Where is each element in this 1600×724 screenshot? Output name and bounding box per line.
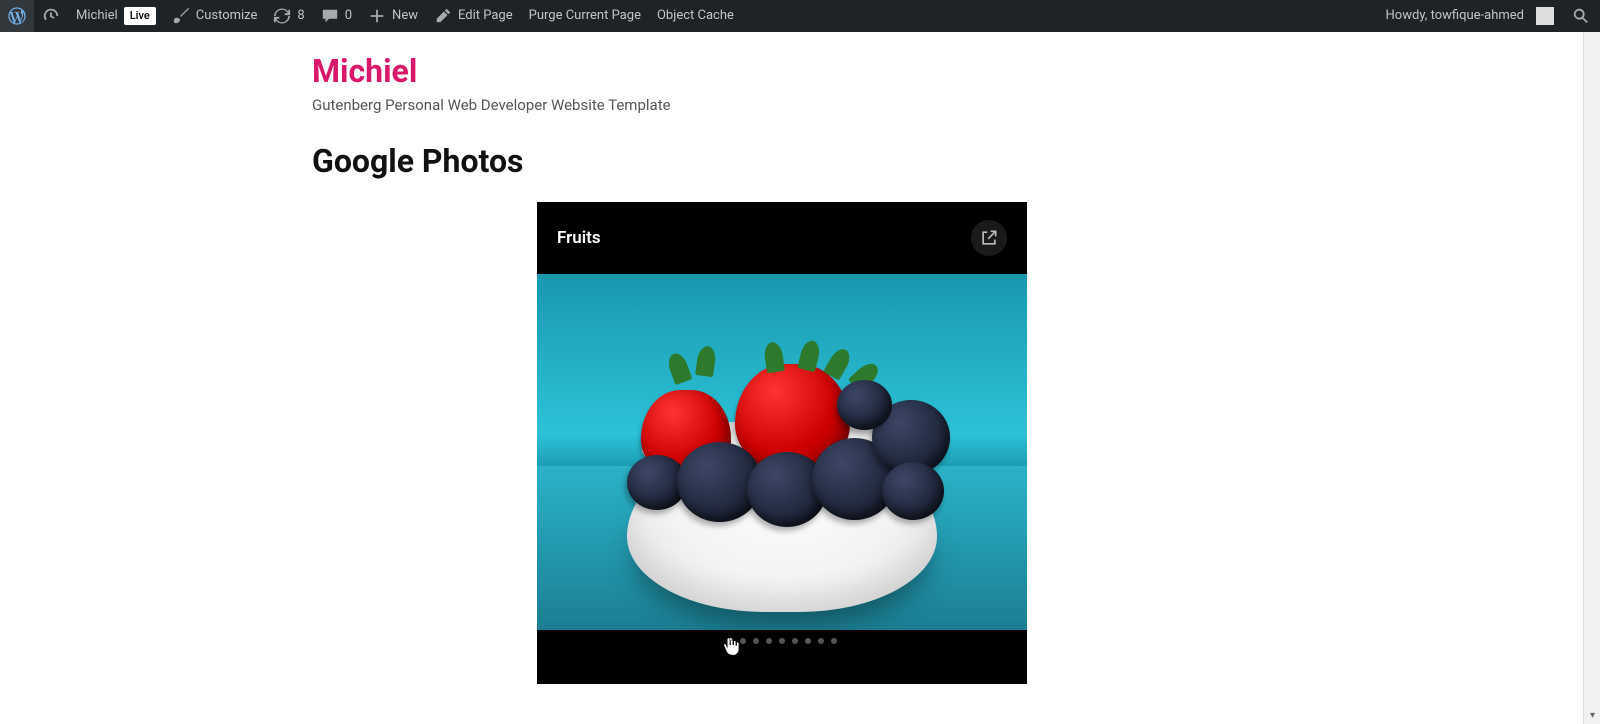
open-in-new-icon — [979, 228, 999, 248]
site-name-label: Michiel — [76, 0, 118, 32]
site-title[interactable]: Michiel — [312, 52, 1252, 90]
gphotos-pagination-dots — [537, 630, 1027, 684]
gphotos-header: Fruits — [537, 202, 1027, 274]
plus-icon — [368, 7, 386, 25]
comments-count: 0 — [345, 0, 352, 32]
pagination-dot[interactable] — [831, 638, 837, 644]
comment-icon — [321, 7, 339, 25]
hand-cursor-icon — [722, 636, 740, 658]
page-title: Google Photos — [312, 142, 1252, 180]
edit-page-label: Edit Page — [458, 0, 513, 32]
gphotos-image[interactable] — [537, 274, 1027, 630]
object-cache-link[interactable]: Object Cache — [649, 0, 742, 32]
customize-link[interactable]: Customize — [164, 0, 266, 32]
scroll-down-arrow[interactable]: ▾ — [1584, 707, 1600, 724]
new-label: New — [392, 0, 418, 32]
search-icon — [1572, 7, 1590, 25]
howdy-user[interactable]: Howdy, towfique-ahmed — [1378, 0, 1562, 32]
pagination-dot[interactable] — [766, 638, 772, 644]
howdy-label: Howdy, towfique-ahmed — [1386, 0, 1524, 32]
search-toggle[interactable] — [1562, 0, 1600, 32]
dashboard-icon-item[interactable] — [34, 0, 68, 32]
pagination-dot[interactable] — [753, 638, 759, 644]
wp-admin-bar: Michiel Live Customize 8 0 New — [0, 0, 1600, 32]
purge-current-label: Purge Current Page — [529, 0, 641, 32]
pagination-dot[interactable] — [792, 638, 798, 644]
paintbrush-icon — [172, 7, 190, 25]
avatar — [1536, 7, 1554, 25]
wordpress-icon — [8, 7, 26, 25]
customize-label: Customize — [196, 0, 258, 32]
live-badge: Live — [124, 7, 156, 25]
gphotos-album-title: Fruits — [557, 228, 601, 248]
gauge-icon — [42, 7, 60, 25]
pagination-dot[interactable] — [779, 638, 785, 644]
site-name[interactable]: Michiel Live — [68, 0, 164, 32]
pencil-icon — [434, 7, 452, 25]
window-scrollbar[interactable]: ▴ ▾ — [1583, 0, 1600, 724]
edit-page-link[interactable]: Edit Page — [426, 0, 521, 32]
comments-link[interactable]: 0 — [313, 0, 360, 32]
revisions-link[interactable]: 8 — [265, 0, 312, 32]
site-tagline: Gutenberg Personal Web Developer Website… — [312, 96, 1252, 114]
refresh-icon — [273, 7, 291, 25]
pagination-dot[interactable] — [805, 638, 811, 644]
pagination-dot[interactable] — [818, 638, 824, 644]
object-cache-label: Object Cache — [657, 0, 734, 32]
google-photos-card: Fruits — [537, 202, 1027, 684]
pagination-dot[interactable] — [740, 638, 746, 644]
revisions-count: 8 — [297, 0, 304, 32]
new-link[interactable]: New — [360, 0, 426, 32]
fruit-illustration — [617, 360, 947, 510]
wp-logo[interactable] — [0, 0, 34, 32]
purge-current-link[interactable]: Purge Current Page — [521, 0, 649, 32]
open-in-new-button[interactable] — [971, 220, 1007, 256]
